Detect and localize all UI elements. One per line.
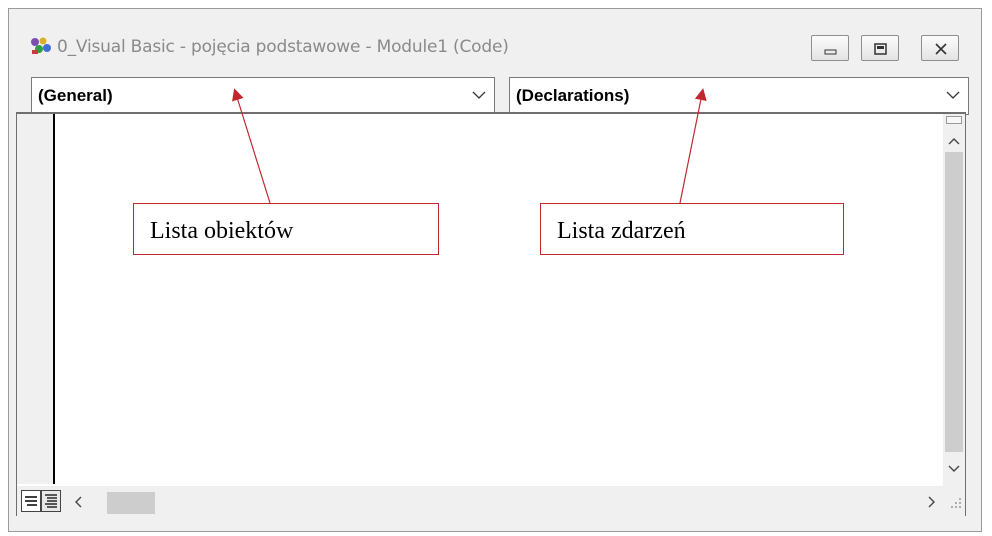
- title-bar[interactable]: 0_Visual Basic - pojęcia podstawowe - Mo…: [9, 9, 981, 61]
- chevron-down-icon: [946, 91, 960, 99]
- close-button[interactable]: [921, 35, 959, 61]
- scroll-up-icon[interactable]: [948, 136, 960, 146]
- resize-grip-icon[interactable]: [949, 496, 963, 510]
- object-list-callout-label: Lista obiektów: [150, 218, 294, 244]
- scroll-left-icon[interactable]: [73, 496, 83, 508]
- vertical-scroll-thumb[interactable]: [945, 152, 963, 452]
- code-editor[interactable]: [16, 112, 966, 516]
- scroll-down-icon[interactable]: [948, 464, 960, 474]
- horizontal-scroll-thumb[interactable]: [107, 492, 155, 514]
- maximize-button[interactable]: [861, 35, 899, 61]
- procedure-list-dropdown[interactable]: (Declarations): [509, 77, 969, 115]
- event-list-callout-label: Lista zdarzeń: [557, 218, 686, 244]
- window-title: 0_Visual Basic - pojęcia podstawowe - Mo…: [57, 37, 509, 57]
- restore-icon: [874, 43, 887, 55]
- code-area[interactable]: [55, 114, 943, 484]
- procedure-list-value: (Declarations): [516, 86, 630, 105]
- scroll-right-icon[interactable]: [927, 496, 937, 508]
- vertical-scrollbar[interactable]: [943, 114, 965, 492]
- split-bar-handle[interactable]: [946, 116, 962, 124]
- close-icon: [935, 43, 947, 55]
- event-list-callout: Lista zdarzeń: [540, 203, 844, 255]
- object-list-callout: Lista obiektów: [133, 203, 439, 255]
- full-module-view-icon[interactable]: [41, 490, 61, 512]
- margin-indicator-bar[interactable]: [17, 114, 55, 484]
- minimize-icon: [824, 49, 837, 55]
- procedure-view-icon[interactable]: [21, 490, 41, 512]
- object-list-dropdown[interactable]: (General): [31, 77, 495, 115]
- minimize-button[interactable]: [811, 35, 849, 61]
- horizontal-scrollbar[interactable]: [17, 486, 965, 516]
- chevron-down-icon: [472, 91, 486, 99]
- object-list-value: (General): [38, 86, 113, 105]
- vba-project-icon: [31, 37, 51, 54]
